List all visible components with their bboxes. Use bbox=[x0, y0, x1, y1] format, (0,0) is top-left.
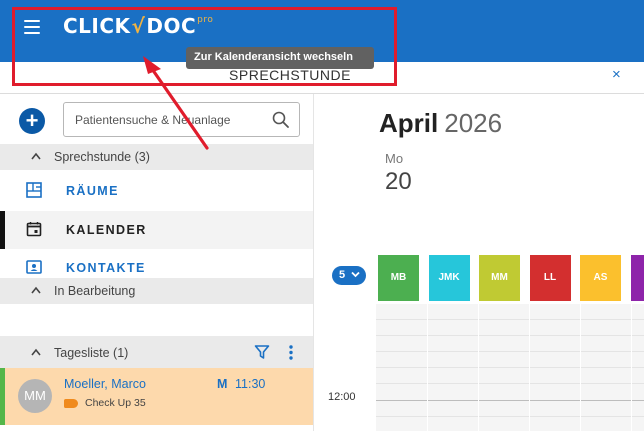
app-logo[interactable]: CLICK √ DOC pro bbox=[63, 14, 213, 42]
sidebar-item-kontakte-label: KONTAKTE bbox=[66, 261, 146, 275]
staff-column-header[interactable]: MB bbox=[378, 255, 419, 301]
section-sprechstunde-label: Sprechstunde (3) bbox=[54, 150, 150, 164]
logo-text-click: CLICK bbox=[63, 14, 131, 38]
tag-icon bbox=[64, 399, 78, 408]
grid-line bbox=[376, 351, 644, 352]
calendar-icon bbox=[26, 222, 42, 237]
column-count-dropdown[interactable]: 5 bbox=[332, 266, 366, 285]
section-tagesliste[interactable]: Tagesliste (1) bbox=[0, 336, 313, 368]
sidebar: + Sprechstunde (3) RÄUME KALENDER bbox=[0, 94, 314, 431]
patient-time: 11:30 bbox=[235, 377, 266, 391]
search-icon[interactable] bbox=[271, 110, 291, 130]
contacts-icon bbox=[26, 260, 42, 274]
calendar-weekday: Mo bbox=[385, 151, 404, 166]
section-in-bearbeitung-label: In Bearbeitung bbox=[54, 284, 136, 298]
time-label-12: 12:00 bbox=[328, 391, 356, 403]
sidebar-item-kalender-label: KALENDER bbox=[66, 223, 147, 237]
calendar-view-tooltip: Zur Kalenderansicht wechseln bbox=[186, 47, 374, 69]
grid-column-divider bbox=[631, 304, 632, 431]
column-count-value: 5 bbox=[339, 269, 346, 281]
section-sprechstunde[interactable]: Sprechstunde (3) bbox=[0, 144, 313, 170]
hamburger-menu-icon[interactable] bbox=[24, 20, 40, 34]
patient-list-item[interactable]: MM Moeller, Marco M 11:30 Check Up 35 bbox=[0, 368, 313, 425]
chevron-up-icon bbox=[31, 152, 41, 160]
grid-column-divider bbox=[580, 304, 581, 431]
logo-check-mark: √ bbox=[131, 14, 146, 38]
patient-name[interactable]: Moeller, Marco bbox=[64, 377, 146, 391]
calendar-month-year: April 2026 bbox=[379, 108, 502, 139]
staff-column-header[interactable]: LL bbox=[529, 255, 571, 301]
staff-column-header[interactable]: JMK bbox=[428, 255, 470, 301]
grid-line bbox=[376, 383, 644, 384]
staff-column-header[interactable]: J bbox=[630, 255, 644, 301]
patient-search-box[interactable] bbox=[63, 102, 300, 137]
grid-column-divider bbox=[427, 304, 428, 431]
grid-line bbox=[376, 335, 644, 336]
grid-line bbox=[376, 367, 644, 368]
section-in-bearbeitung[interactable]: In Bearbeitung bbox=[0, 278, 313, 304]
tab-close-icon[interactable]: × bbox=[612, 66, 621, 83]
rooms-icon bbox=[26, 182, 42, 198]
patient-code: M bbox=[217, 377, 228, 391]
more-vertical-icon[interactable] bbox=[289, 345, 293, 360]
grid-line bbox=[376, 319, 644, 320]
avatar: MM bbox=[18, 379, 52, 413]
patient-search-input[interactable] bbox=[75, 112, 265, 128]
calendar-grid[interactable] bbox=[376, 304, 644, 431]
calendar-day-number[interactable]: 20 bbox=[385, 168, 412, 196]
calendar-year: 2026 bbox=[444, 108, 503, 138]
grid-hour-line bbox=[376, 400, 644, 401]
tab-sprechstunde[interactable]: SPRECHSTUNDE bbox=[160, 67, 420, 83]
chevron-up-icon bbox=[31, 286, 41, 294]
sidebar-item-raeume[interactable]: RÄUME bbox=[0, 172, 313, 210]
logo-text-doc: DOC bbox=[146, 14, 197, 38]
calendar-main: April2026 Mo 20 5 MBJMKMMLLASJ 12:00 bbox=[314, 94, 644, 431]
grid-column-divider bbox=[478, 304, 479, 431]
sidebar-item-kalender[interactable]: KALENDER bbox=[0, 211, 313, 249]
chevron-down-icon bbox=[351, 271, 360, 278]
logo-pro-badge: pro bbox=[197, 15, 214, 25]
section-tagesliste-label: Tagesliste (1) bbox=[54, 346, 129, 360]
chevron-up-icon bbox=[31, 348, 41, 356]
sidebar-item-raeume-label: RÄUME bbox=[66, 184, 119, 198]
staff-column-header[interactable]: AS bbox=[580, 255, 621, 301]
grid-line bbox=[376, 416, 644, 417]
add-patient-button[interactable]: + bbox=[19, 108, 45, 134]
calendar-month: April bbox=[379, 108, 439, 138]
filter-icon[interactable] bbox=[254, 344, 270, 360]
grid-column-divider bbox=[529, 304, 530, 431]
patient-tag-label: Check Up 35 bbox=[85, 397, 146, 409]
staff-column-header[interactable]: MM bbox=[479, 255, 520, 301]
active-indicator bbox=[0, 211, 5, 249]
